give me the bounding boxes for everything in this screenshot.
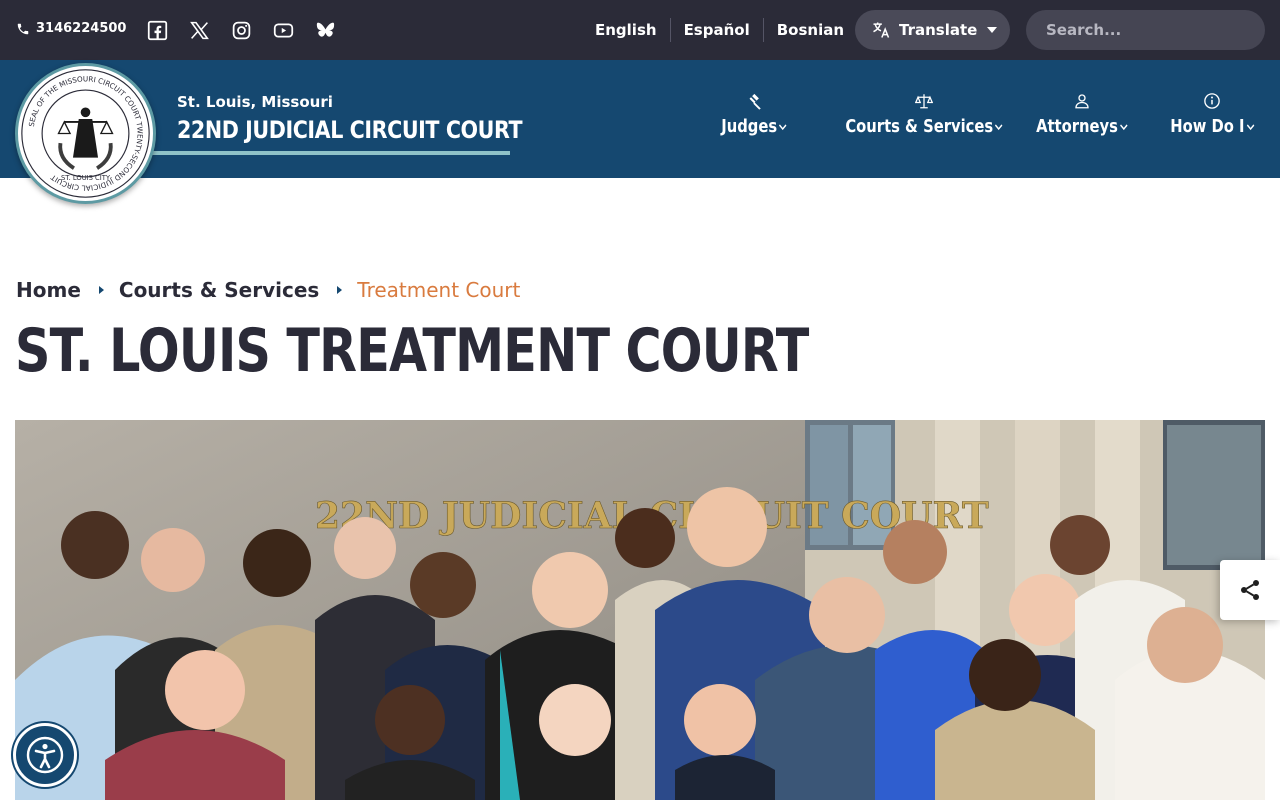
nav-how-label: How Do I	[1170, 116, 1245, 137]
lang-espanol[interactable]: Español	[669, 18, 763, 42]
lang-english[interactable]: English	[582, 18, 670, 42]
youtube-link[interactable]	[272, 19, 294, 41]
instagram-link[interactable]	[230, 19, 252, 41]
facebook-icon	[147, 20, 167, 40]
accessibility-button[interactable]	[13, 723, 77, 787]
nav-attorneys-label: Attorneys	[1036, 116, 1118, 137]
breadcrumb-current: Treatment Court	[357, 278, 521, 302]
x-icon	[189, 21, 209, 39]
facebook-link[interactable]	[146, 19, 168, 41]
chevron-down-icon	[779, 123, 787, 130]
chevron-down-icon	[1119, 123, 1128, 130]
info-icon	[1204, 93, 1221, 109]
court-seal-logo[interactable]: SEAL OF THE MISSOURI CIRCUIT COURT TWENT…	[15, 63, 156, 204]
chevron-down-icon	[995, 123, 1003, 130]
translate-icon	[873, 22, 890, 38]
search-box	[1026, 10, 1265, 50]
group-photo-illustration: 22ND JUDICIAL CIRCUIT COURT	[15, 420, 1265, 800]
share-icon	[1241, 580, 1259, 600]
person-icon	[1075, 94, 1089, 109]
nav-courts-services[interactable]: Courts & Services	[828, 92, 1020, 137]
phone-icon	[17, 23, 29, 34]
accessibility-icon	[26, 736, 64, 774]
translate-button[interactable]: Translate	[855, 10, 1010, 50]
seal-graphic: SEAL OF THE MISSOURI CIRCUIT COURT TWENT…	[21, 69, 150, 198]
group-photo: 22ND JUDICIAL CIRCUIT COURT	[15, 420, 1265, 800]
breadcrumb-separator-icon	[98, 286, 104, 294]
breadcrumb-separator-icon	[337, 286, 343, 294]
bluesky-icon	[316, 22, 334, 37]
translate-label: Translate	[899, 21, 978, 39]
language-links: English Español Bosnian	[582, 18, 857, 42]
nav-how-do-i[interactable]: How Do I	[1161, 92, 1264, 137]
share-button[interactable]	[1220, 560, 1280, 620]
phone-number: 3146224500	[36, 21, 127, 36]
nav-courts-label: Courts & Services	[845, 116, 994, 137]
breadcrumb-courts-services[interactable]: Courts & Services	[119, 278, 319, 302]
scales-icon	[915, 94, 934, 109]
breadcrumb-home[interactable]: Home	[16, 278, 81, 302]
utility-bar: 3146224500 English Español Bosnian Trans…	[0, 0, 1280, 60]
bluesky-link[interactable]	[314, 19, 336, 41]
breadcrumb: Home Courts & Services Treatment Court	[16, 278, 520, 302]
chevron-down-icon	[1246, 123, 1255, 130]
site-subtitle: St. Louis, Missouri	[177, 93, 333, 111]
instagram-icon	[232, 21, 250, 39]
nav-judges[interactable]: Judges	[714, 92, 794, 137]
title-underline	[150, 151, 510, 155]
nav-judges-label: Judges	[721, 116, 778, 137]
nav-attorneys[interactable]: Attorneys	[1026, 92, 1138, 137]
phone-link[interactable]: 3146224500	[16, 21, 126, 36]
seal-city: ST. LOUIS CITY	[61, 174, 111, 182]
page-title: ST. LOUIS TREATMENT COURT	[15, 316, 809, 386]
caret-down-icon	[987, 27, 998, 33]
gavel-icon	[749, 93, 761, 110]
search-input[interactable]	[1046, 21, 1263, 39]
site-title[interactable]: 22ND JUDICIAL CIRCUIT COURT	[177, 116, 523, 144]
social-links	[146, 19, 336, 41]
lang-bosnian[interactable]: Bosnian	[762, 18, 857, 42]
x-link[interactable]	[188, 19, 210, 41]
youtube-icon	[273, 23, 293, 37]
